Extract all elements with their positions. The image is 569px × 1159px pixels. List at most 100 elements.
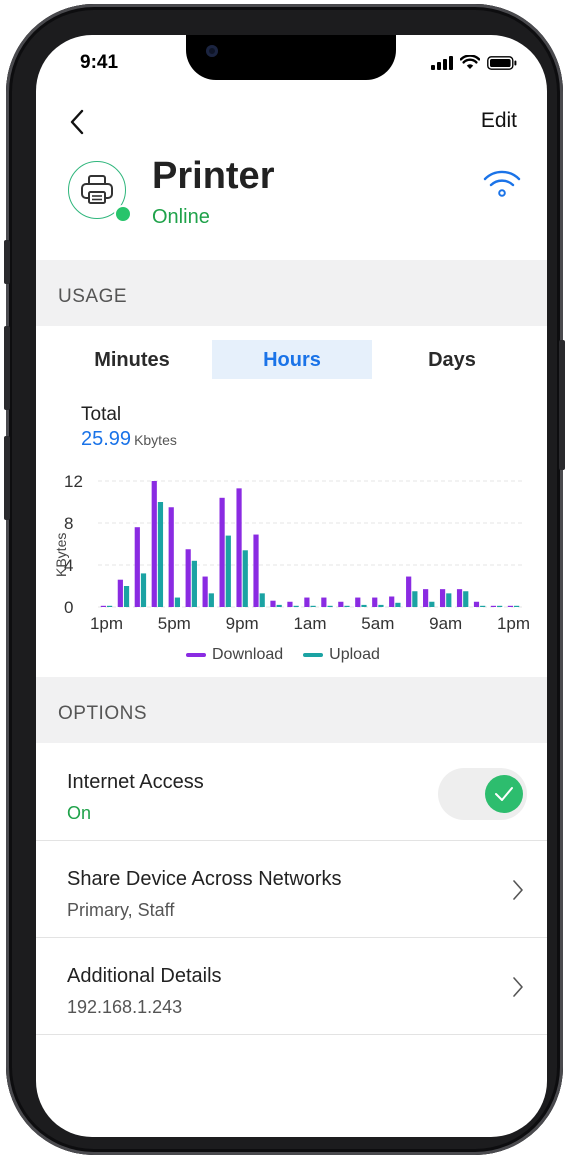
volume-down-button: [4, 436, 10, 520]
internet-access-toggle[interactable]: [438, 768, 527, 820]
legend-label-upload: Upload: [329, 646, 380, 663]
additional-details-title: Additional Details: [67, 965, 222, 987]
edit-button[interactable]: Edit: [481, 109, 517, 133]
bar-upload: [106, 605, 113, 607]
printer-icon: [81, 175, 113, 204]
wifi-status-icon: [460, 55, 480, 69]
x-tick-label: 5am: [361, 614, 394, 633]
volume-up-button: [4, 326, 10, 410]
bar-upload: [208, 593, 214, 607]
bar-upload: [242, 550, 248, 607]
status-icons: [431, 55, 517, 70]
x-tick-label: 9pm: [226, 614, 259, 633]
device-name: Printer: [152, 155, 275, 197]
bar-download: [287, 601, 293, 607]
bar-upload: [497, 605, 503, 607]
internet-access-title: Internet Access: [67, 771, 204, 793]
bar-download: [355, 597, 361, 607]
bar-download: [168, 507, 174, 607]
y-axis-label: KBytes: [53, 533, 69, 577]
chevron-left-icon: [70, 109, 84, 135]
usage-section-header: USAGE: [36, 260, 547, 326]
total-unit: Kbytes: [134, 432, 177, 448]
tab-hours[interactable]: Hours: [212, 340, 372, 379]
legend-download: Download: [186, 646, 283, 664]
y-tick-label: 8: [64, 514, 73, 533]
usage-tabs: Minutes Hours Days: [36, 340, 547, 380]
legend-swatch-download: [186, 653, 206, 657]
bar-upload: [293, 605, 299, 607]
bar-download: [185, 549, 191, 607]
bar-download: [270, 600, 276, 607]
x-tick-label: 1am: [293, 614, 326, 633]
chart-legend: Download Upload: [186, 646, 380, 664]
bar-upload: [327, 605, 333, 607]
bar-download: [151, 481, 157, 607]
toggle-knob: [485, 775, 523, 813]
bar-download: [100, 605, 106, 607]
cellular-signal-icon: [431, 55, 453, 70]
bar-upload: [310, 605, 316, 607]
total-value: 25.99: [81, 428, 132, 450]
bar-upload: [361, 604, 367, 607]
bar-upload: [378, 604, 384, 607]
bar-download: [304, 597, 310, 607]
options-section-header: OPTIONS: [36, 677, 547, 743]
bar-upload: [174, 597, 181, 607]
bar-upload: [429, 601, 435, 607]
share-device-title: Share Device Across Networks: [67, 868, 342, 890]
x-tick-label: 1pm: [497, 614, 530, 633]
checkmark-icon: [495, 787, 513, 801]
bar-download: [117, 579, 123, 607]
x-tick-label: 5pm: [158, 614, 191, 633]
tab-minutes[interactable]: Minutes: [52, 340, 212, 379]
bar-download: [202, 576, 208, 607]
bar-upload: [191, 560, 197, 607]
device-status: Online: [152, 206, 210, 228]
x-tick-label: 1pm: [90, 614, 123, 633]
share-device-row[interactable]: Share Device Across Networks Primary, St…: [36, 840, 547, 938]
y-tick-label: 0: [64, 598, 73, 617]
back-button[interactable]: [66, 107, 90, 137]
y-tick-label: 12: [64, 472, 83, 491]
internet-access-value: On: [67, 803, 92, 823]
status-time: 9:41: [80, 52, 119, 73]
total-usage: 25.99 Kbytes: [81, 428, 177, 451]
bar-upload: [412, 591, 418, 607]
bar-upload: [259, 593, 265, 607]
bar-upload: [344, 605, 350, 607]
bar-download: [490, 605, 497, 607]
internet-access-row: Internet Access On: [36, 743, 547, 841]
bar-upload: [123, 586, 130, 607]
bar-upload: [514, 605, 520, 607]
bar-download: [134, 527, 140, 607]
legend-upload: Upload: [303, 646, 380, 664]
bar-download: [439, 589, 446, 607]
silent-switch: [4, 240, 10, 284]
tab-days[interactable]: Days: [372, 340, 532, 379]
bar-download: [253, 534, 259, 607]
total-label: Total: [81, 404, 122, 425]
x-tick-label: 9am: [429, 614, 462, 633]
bar-download: [219, 497, 225, 607]
bar-upload: [480, 605, 486, 607]
additional-details-row[interactable]: Additional Details 192.168.1.243: [36, 937, 547, 1035]
bar-download: [236, 488, 242, 607]
bar-upload: [463, 591, 469, 607]
usage-chart: 12840KBytes1pm 5pm 9pm 1am 5am 9am 1pm: [53, 472, 530, 633]
battery-icon: [487, 55, 517, 70]
bar-upload: [395, 602, 401, 607]
bar-download: [321, 597, 327, 607]
bar-download: [507, 605, 514, 607]
bar-upload: [276, 604, 282, 607]
bar-upload: [446, 593, 452, 607]
screen: 9:41 Edit Printer Online USAGE Minutes H…: [36, 35, 547, 1137]
chevron-right-icon: [513, 977, 523, 997]
legend-swatch-upload: [303, 653, 324, 657]
power-button: [559, 340, 565, 470]
bar-download: [456, 589, 463, 607]
bar-download: [372, 597, 378, 607]
bar-upload: [225, 535, 231, 607]
bar-download: [389, 596, 395, 607]
bar-upload: [157, 502, 164, 607]
